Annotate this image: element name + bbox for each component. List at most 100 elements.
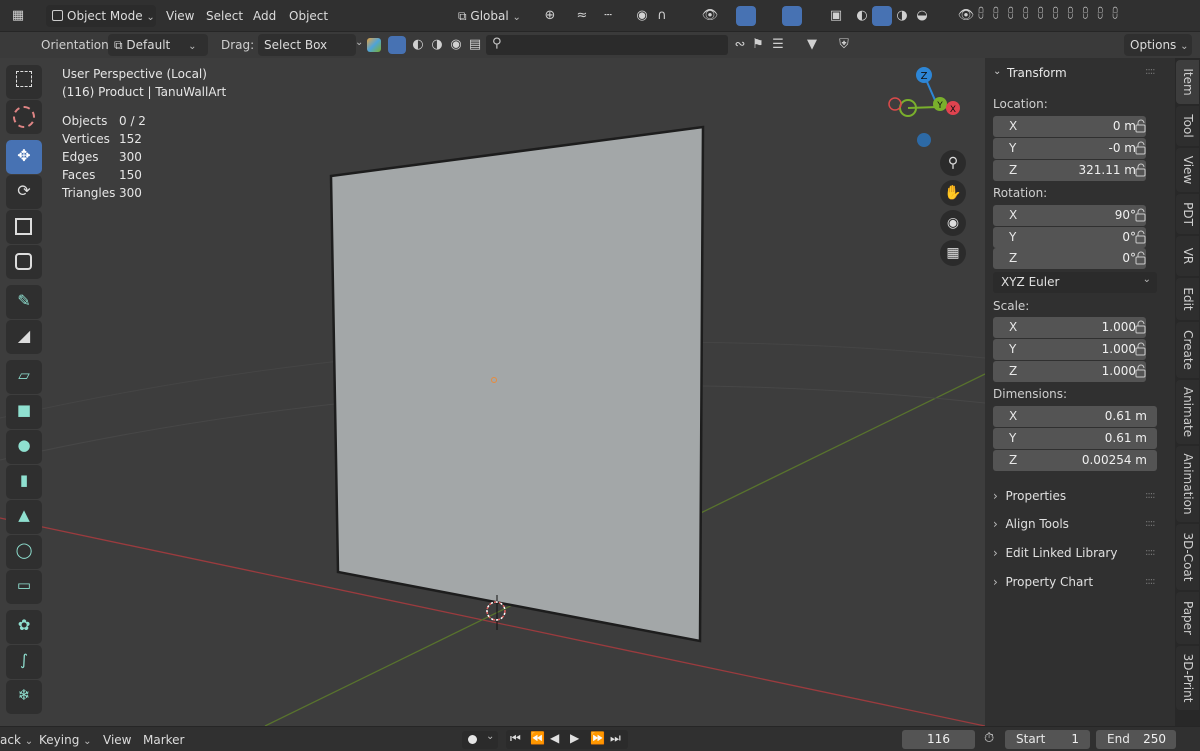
menu-add[interactable]: Add xyxy=(253,9,276,23)
play-icon[interactable]: ▶ xyxy=(570,731,579,745)
tab-paper[interactable]: Paper xyxy=(1176,592,1199,644)
select-box-tool[interactable] xyxy=(6,65,42,99)
pivot-point-icon[interactable]: ⊕ xyxy=(540,6,560,26)
bookmark-icon[interactable]: ⚑ xyxy=(748,35,768,55)
move-tool[interactable]: ✥ xyxy=(6,140,42,174)
options-dropdown[interactable]: Options ⌄ xyxy=(1124,34,1192,56)
select-extend-icon[interactable]: ◐ xyxy=(408,35,428,55)
rendered-shading-icon[interactable]: ◒ xyxy=(912,6,932,26)
drag-grip-icon[interactable]: :::: xyxy=(1145,518,1156,529)
mode-dropdown[interactable]: Object Mode ⌄ xyxy=(46,5,156,27)
end-frame-field[interactable]: End 250 xyxy=(1096,730,1176,749)
list-icon[interactable]: ☰ xyxy=(768,35,788,55)
lock-icon[interactable] xyxy=(1135,342,1149,356)
drag-dropdown[interactable]: Select Box xyxy=(258,34,356,56)
play-reverse-icon[interactable]: ◀ xyxy=(550,731,559,745)
align-tools-section[interactable]: › Align Tools xyxy=(993,517,1069,531)
tab-3d-print[interactable]: 3D-Print xyxy=(1176,646,1199,710)
tab-create[interactable]: Create xyxy=(1176,322,1199,378)
location-y-field[interactable]: Y -0 m xyxy=(993,138,1146,159)
snap-icon[interactable]: ≈ xyxy=(572,6,592,26)
orientation-dropdown[interactable]: ⧉ Default ⌄ xyxy=(108,34,208,56)
pan-hand-icon[interactable]: ✋ xyxy=(940,180,966,206)
tab-edit[interactable]: Edit xyxy=(1176,278,1199,320)
drag-grip-icon[interactable]: :::: xyxy=(1145,576,1156,587)
chevron-down-icon[interactable]: ⌄ xyxy=(355,37,363,48)
lock-icon[interactable] xyxy=(1135,251,1149,265)
curve-tool[interactable]: ∫ xyxy=(6,645,42,679)
gizmo-toggle-icon[interactable] xyxy=(736,6,756,26)
gizmo-neg-x-icon[interactable] xyxy=(888,97,902,111)
timeline-view-menu[interactable]: View xyxy=(103,733,131,747)
dimension-y-field[interactable]: Y 0.61 m xyxy=(993,428,1157,449)
edit-linked-library-section[interactable]: › Edit Linked Library xyxy=(993,546,1117,560)
filter-icon[interactable]: ▼ xyxy=(802,35,822,55)
scene-canvas[interactable]: Z Y X xyxy=(0,58,985,726)
hide-icon[interactable]: 👁 xyxy=(956,6,976,26)
drag-grip-icon[interactable]: :::: xyxy=(1145,66,1156,77)
collection-toggles[interactable]: ⩉⩉⩉⩉⩉⩉⩉⩉⩉⩉ xyxy=(978,6,1200,26)
lock-icon[interactable] xyxy=(1135,141,1149,155)
lock-icon[interactable] xyxy=(1135,364,1149,378)
lock-icon[interactable] xyxy=(1135,230,1149,244)
drag-grip-icon[interactable]: :::: xyxy=(1145,547,1156,558)
shield-icon[interactable]: ⛨ xyxy=(834,35,854,55)
camera-icon[interactable]: ◉ xyxy=(940,210,966,236)
tab-3d-coat[interactable]: 3D-Coat xyxy=(1176,524,1199,590)
3d-viewport[interactable]: Z Y X User Perspective (Local) (116) Pro… xyxy=(0,58,985,726)
editor-type-icon[interactable]: ▦ xyxy=(8,6,28,26)
marker-menu[interactable]: Marker xyxy=(143,733,184,747)
wireframe-shading-icon[interactable]: ◐ xyxy=(852,6,872,26)
start-frame-field[interactable]: Start 1 xyxy=(1005,730,1090,749)
select-subtract-icon[interactable]: ◑ xyxy=(427,35,447,55)
tab-item[interactable]: Item xyxy=(1176,60,1199,104)
lock-icon[interactable] xyxy=(1135,119,1149,133)
material-shading-icon[interactable]: ◑ xyxy=(892,6,912,26)
prev-keyframe-icon[interactable]: ⏪ xyxy=(530,731,545,745)
add-shape-tool[interactable]: ▭ xyxy=(6,570,42,604)
add-cylinder-tool[interactable]: ▮ xyxy=(6,465,42,499)
add-cube-tool[interactable]: ■ xyxy=(6,395,42,429)
xray-icon[interactable]: ▣ xyxy=(826,6,846,26)
add-sphere-tool[interactable]: ● xyxy=(6,430,42,464)
drag-grip-icon[interactable]: :::: xyxy=(1145,490,1156,501)
tab-tool[interactable]: Tool xyxy=(1176,106,1199,146)
sculpt-tool[interactable]: ✿ xyxy=(6,610,42,644)
scatter-tool[interactable]: ❄ xyxy=(6,680,42,714)
select-invert-icon[interactable]: ◉ xyxy=(446,35,466,55)
scale-tool[interactable] xyxy=(6,210,42,244)
grid-perspective-icon[interactable]: ▦ xyxy=(940,240,966,266)
lock-icon[interactable] xyxy=(1135,320,1149,334)
location-z-field[interactable]: Z 321.11 m xyxy=(993,160,1146,181)
tab-animate[interactable]: Animate xyxy=(1176,380,1199,444)
lock-icon[interactable] xyxy=(1135,208,1149,222)
zoom-icon[interactable]: ⚲ xyxy=(940,150,966,176)
property-chart-section[interactable]: › Property Chart xyxy=(993,575,1093,589)
next-keyframe-icon[interactable]: ⏩ xyxy=(590,731,605,745)
jump-start-icon[interactable]: ⏮ xyxy=(510,731,521,746)
transform-orientation-dropdown[interactable]: ⧉ Global ⌄ xyxy=(452,5,530,27)
overlay-toggle-icon[interactable] xyxy=(782,6,802,26)
solid-shading-icon[interactable] xyxy=(872,6,892,26)
rotation-y-field[interactable]: Y 0° xyxy=(993,227,1146,248)
transform-panel-title[interactable]: Transform xyxy=(1007,66,1067,80)
menu-select[interactable]: Select xyxy=(206,9,243,23)
dimension-x-field[interactable]: X 0.61 m xyxy=(993,406,1157,427)
jump-end-icon[interactable]: ⏭ xyxy=(610,731,621,746)
tab-view[interactable]: View xyxy=(1176,148,1199,192)
select-intersect-icon[interactable]: ▤ xyxy=(465,35,485,55)
rotate-tool[interactable]: ⟳ xyxy=(6,175,42,209)
snap-target-icon[interactable]: ┄ xyxy=(598,6,618,26)
scale-z-field[interactable]: Z 1.000 xyxy=(993,361,1146,382)
proportional-edit-icon[interactable]: ◉ xyxy=(632,6,652,26)
measure-tool[interactable]: ◢ xyxy=(6,320,42,354)
tab-pdt[interactable]: PDT xyxy=(1176,194,1199,234)
visibility-icon[interactable]: 👁 xyxy=(700,6,720,26)
add-plane-tool[interactable]: ▱ xyxy=(6,360,42,394)
transform-tool[interactable] xyxy=(6,245,42,279)
add-torus-tool[interactable]: ◯ xyxy=(6,535,42,569)
annotate-tool[interactable]: ✎ xyxy=(6,285,42,319)
search-input[interactable]: ⚲ xyxy=(486,35,728,55)
wall-art-plane[interactable] xyxy=(329,125,705,643)
add-cone-tool[interactable]: ▲ xyxy=(6,500,42,534)
